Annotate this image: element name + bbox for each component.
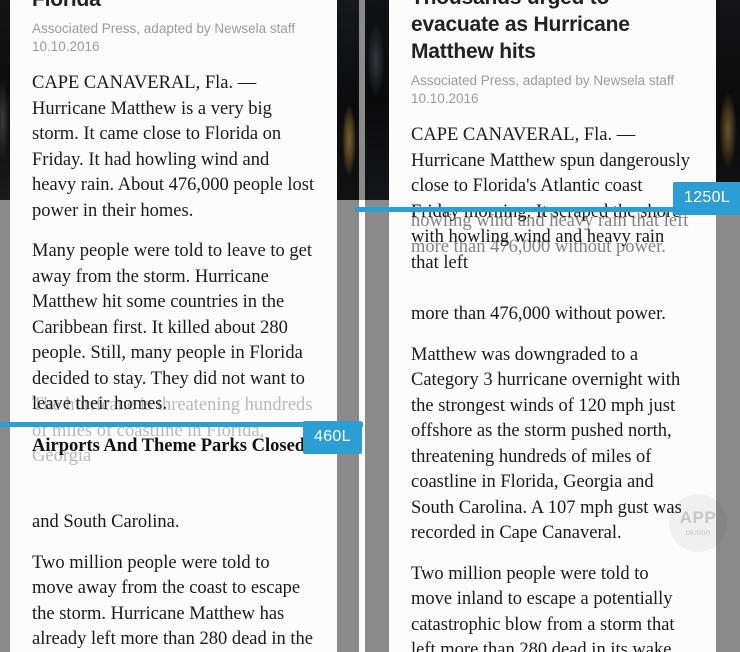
article-body-left: Florida Associated Press, adapted by New…: [10, 0, 337, 652]
article-paragraph: and South Carolina.: [32, 512, 180, 532]
hero-photo-edge-middle-right: [365, 0, 389, 200]
page-title-line-1: evacuate as Hurricane: [411, 13, 630, 36]
article-panel-high-lexile[interactable]: Thousands urged to evacuate as Hurricane…: [389, 0, 716, 652]
article-paragraph-continuation: more than 476,000 without power.: [411, 304, 666, 324]
lexile-level-badge-1250[interactable]: 1250L: [673, 182, 740, 215]
page-title: Thousands urged to evacuate as Hurricane…: [411, 0, 694, 65]
page-title-clipped-line: Thousands urged to: [411, 0, 609, 9]
article-paragraph: Matthew was downgraded to a Category 3 h…: [411, 344, 682, 544]
hero-photo-edge-middle-left: [337, 0, 359, 200]
article-subheading: Airports And Theme Parks Closed: [32, 435, 306, 456]
article-panel-low-lexile[interactable]: Florida Associated Press, adapted by New…: [10, 0, 337, 652]
gutter-middle-right: [365, 200, 389, 652]
hero-photo-edge-right: [716, 0, 740, 200]
lexile-level-badge-460[interactable]: 460L: [303, 421, 362, 454]
byline-source: Associated Press, adapted by Newsela sta…: [411, 73, 675, 88]
article-paragraph: CAPE CANAVERAL, Fla. — Hurricane Matthew…: [32, 73, 315, 221]
byline-date: 10.10.2016: [411, 91, 479, 106]
article-paragraph: Many people were told to leave to get aw…: [32, 241, 312, 414]
article-comparison-screen: Florida Associated Press, adapted by New…: [0, 0, 740, 652]
byline-left: Associated Press, adapted by Newsela sta…: [32, 20, 315, 56]
article-paragraph: Two million people were told to move inl…: [411, 563, 675, 652]
byline-source: Associated Press, adapted by Newsela sta…: [32, 21, 296, 36]
article-body-right: Thousands urged to evacuate as Hurricane…: [389, 0, 716, 652]
gutter-right: [716, 200, 740, 652]
page-title-line-2: Matthew hits: [411, 40, 536, 63]
article-paragraph: CAPE CANAVERAL, Fla. — Hurricane Matthew…: [411, 125, 690, 273]
page-title: Florida: [32, 0, 315, 13]
byline-right: Associated Press, adapted by Newsela sta…: [411, 72, 694, 108]
byline-date: 10.10.2016: [32, 39, 100, 54]
article-paragraph: Two million people were told to move awa…: [32, 552, 313, 650]
